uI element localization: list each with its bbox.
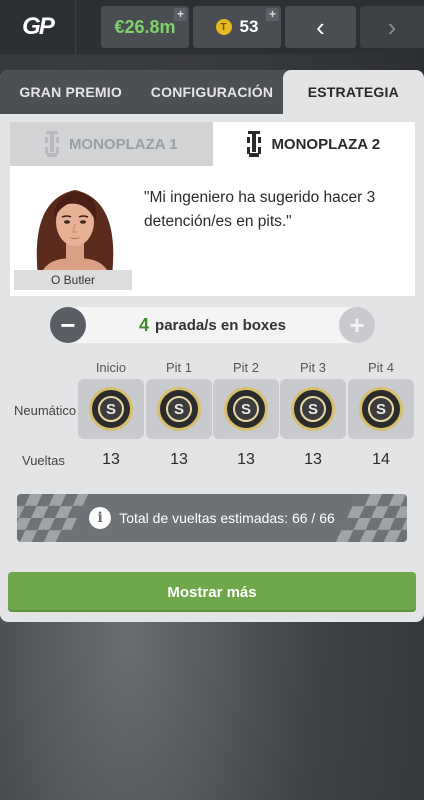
strategy-card: GRAN PREMIO CONFIGURACIÓN ESTRATEGIA MON… (0, 70, 424, 622)
laps-row-label: Vueltas (22, 453, 65, 468)
pit-stops-stepper: − 4 parada/s en boxes + (50, 307, 375, 343)
tyre-compound: S (98, 396, 124, 422)
car-1-label: MONOPLAZA 1 (68, 135, 178, 153)
tab-estrategia[interactable]: ESTRATEGIA (282, 70, 424, 114)
car-icon (247, 130, 262, 158)
tab-car-2[interactable]: MONOPLAZA 2 (212, 122, 415, 166)
soft-tyre-icon: S (157, 387, 201, 431)
stint-laps: 13 (304, 451, 322, 468)
tyre-selector[interactable]: S (280, 379, 346, 439)
money-value: €26.8m (114, 16, 176, 37)
main-tabs: GRAN PREMIO CONFIGURACIÓN ESTRATEGIA (0, 70, 424, 114)
stint-laps: 13 (102, 451, 120, 468)
money-balance[interactable]: €26.8m + (101, 6, 189, 48)
engineer-quote: "Mi ingeniero ha sugerido hacer 3 detenc… (144, 189, 376, 230)
stint-header: Pit 4 (367, 360, 394, 375)
engineer-avatar (16, 178, 134, 276)
stint-header: Pit 1 (165, 360, 192, 375)
soft-tyre-icon: S (224, 387, 268, 431)
tyre-compound: S (233, 396, 259, 422)
add-money-icon[interactable]: + (174, 8, 187, 21)
logo-text: GP (22, 13, 55, 40)
car-icon (44, 130, 59, 158)
stops-count: 4 (139, 314, 150, 335)
add-tokens-icon[interactable]: + (266, 8, 279, 21)
top-bar: GP €26.8m + T 53 + ‹ › (0, 0, 424, 54)
previous-button[interactable]: ‹ (285, 6, 356, 48)
tyre-compound: S (368, 396, 394, 422)
tyre-row-label: Neumático (14, 403, 77, 418)
info-icon: i (89, 507, 112, 529)
tyre-selector[interactable]: S (146, 379, 212, 439)
tyre-selector[interactable]: S (348, 379, 414, 439)
soft-tyre-icon: S (291, 387, 335, 431)
chevron-right-icon: › (387, 11, 397, 42)
stint-header: Inicio (95, 360, 127, 375)
checkered-flag-decoration (335, 494, 407, 542)
app-logo[interactable]: GP (0, 0, 76, 54)
stint-header: Pit 2 (232, 360, 259, 375)
tyre-compound: S (166, 396, 192, 422)
tab-gran-premio[interactable]: GRAN PREMIO (0, 70, 141, 114)
decrease-stops-button[interactable]: − (50, 307, 86, 343)
tyre-compound: S (300, 396, 326, 422)
chevron-left-icon: ‹ (316, 11, 325, 42)
stint-header: Pit 3 (299, 360, 326, 375)
token-coin-icon: T (215, 19, 232, 35)
token-balance[interactable]: T 53 + (193, 6, 281, 48)
soft-tyre-icon: S (359, 387, 403, 431)
increase-stops-button[interactable]: + (339, 307, 375, 343)
car-tabs: MONOPLAZA 1 MONOPLAZA 2 (10, 122, 415, 166)
token-value: 53 (239, 17, 259, 36)
stint-laps: 13 (237, 451, 255, 468)
engineer-panel: O Butler "Mi ingeniero ha sugerido hacer… (10, 166, 415, 296)
tab-configuracion[interactable]: CONFIGURACIÓN (141, 70, 282, 114)
tyre-selector[interactable]: S (213, 379, 279, 439)
engineer-name: O Butler (14, 270, 132, 290)
checkered-flag-decoration (17, 494, 89, 542)
stops-display: 4 parada/s en boxes (68, 307, 357, 343)
stint-laps: 13 (170, 451, 188, 468)
tab-car-1[interactable]: MONOPLAZA 1 (10, 122, 213, 166)
total-laps-info: i Total de vueltas estimadas: 66 / 66 (17, 494, 407, 542)
stops-label: parada/s en boxes (155, 316, 286, 334)
soft-tyre-icon: S (89, 387, 133, 431)
next-button[interactable]: › (360, 6, 424, 48)
total-laps-text: Total de vueltas estimadas: 66 / 66 (119, 510, 335, 526)
tyre-selector[interactable]: S (78, 379, 144, 439)
show-more-button[interactable]: Mostrar más (8, 572, 416, 612)
car-2-label: MONOPLAZA 2 (271, 135, 381, 153)
stint-laps: 14 (372, 451, 390, 468)
